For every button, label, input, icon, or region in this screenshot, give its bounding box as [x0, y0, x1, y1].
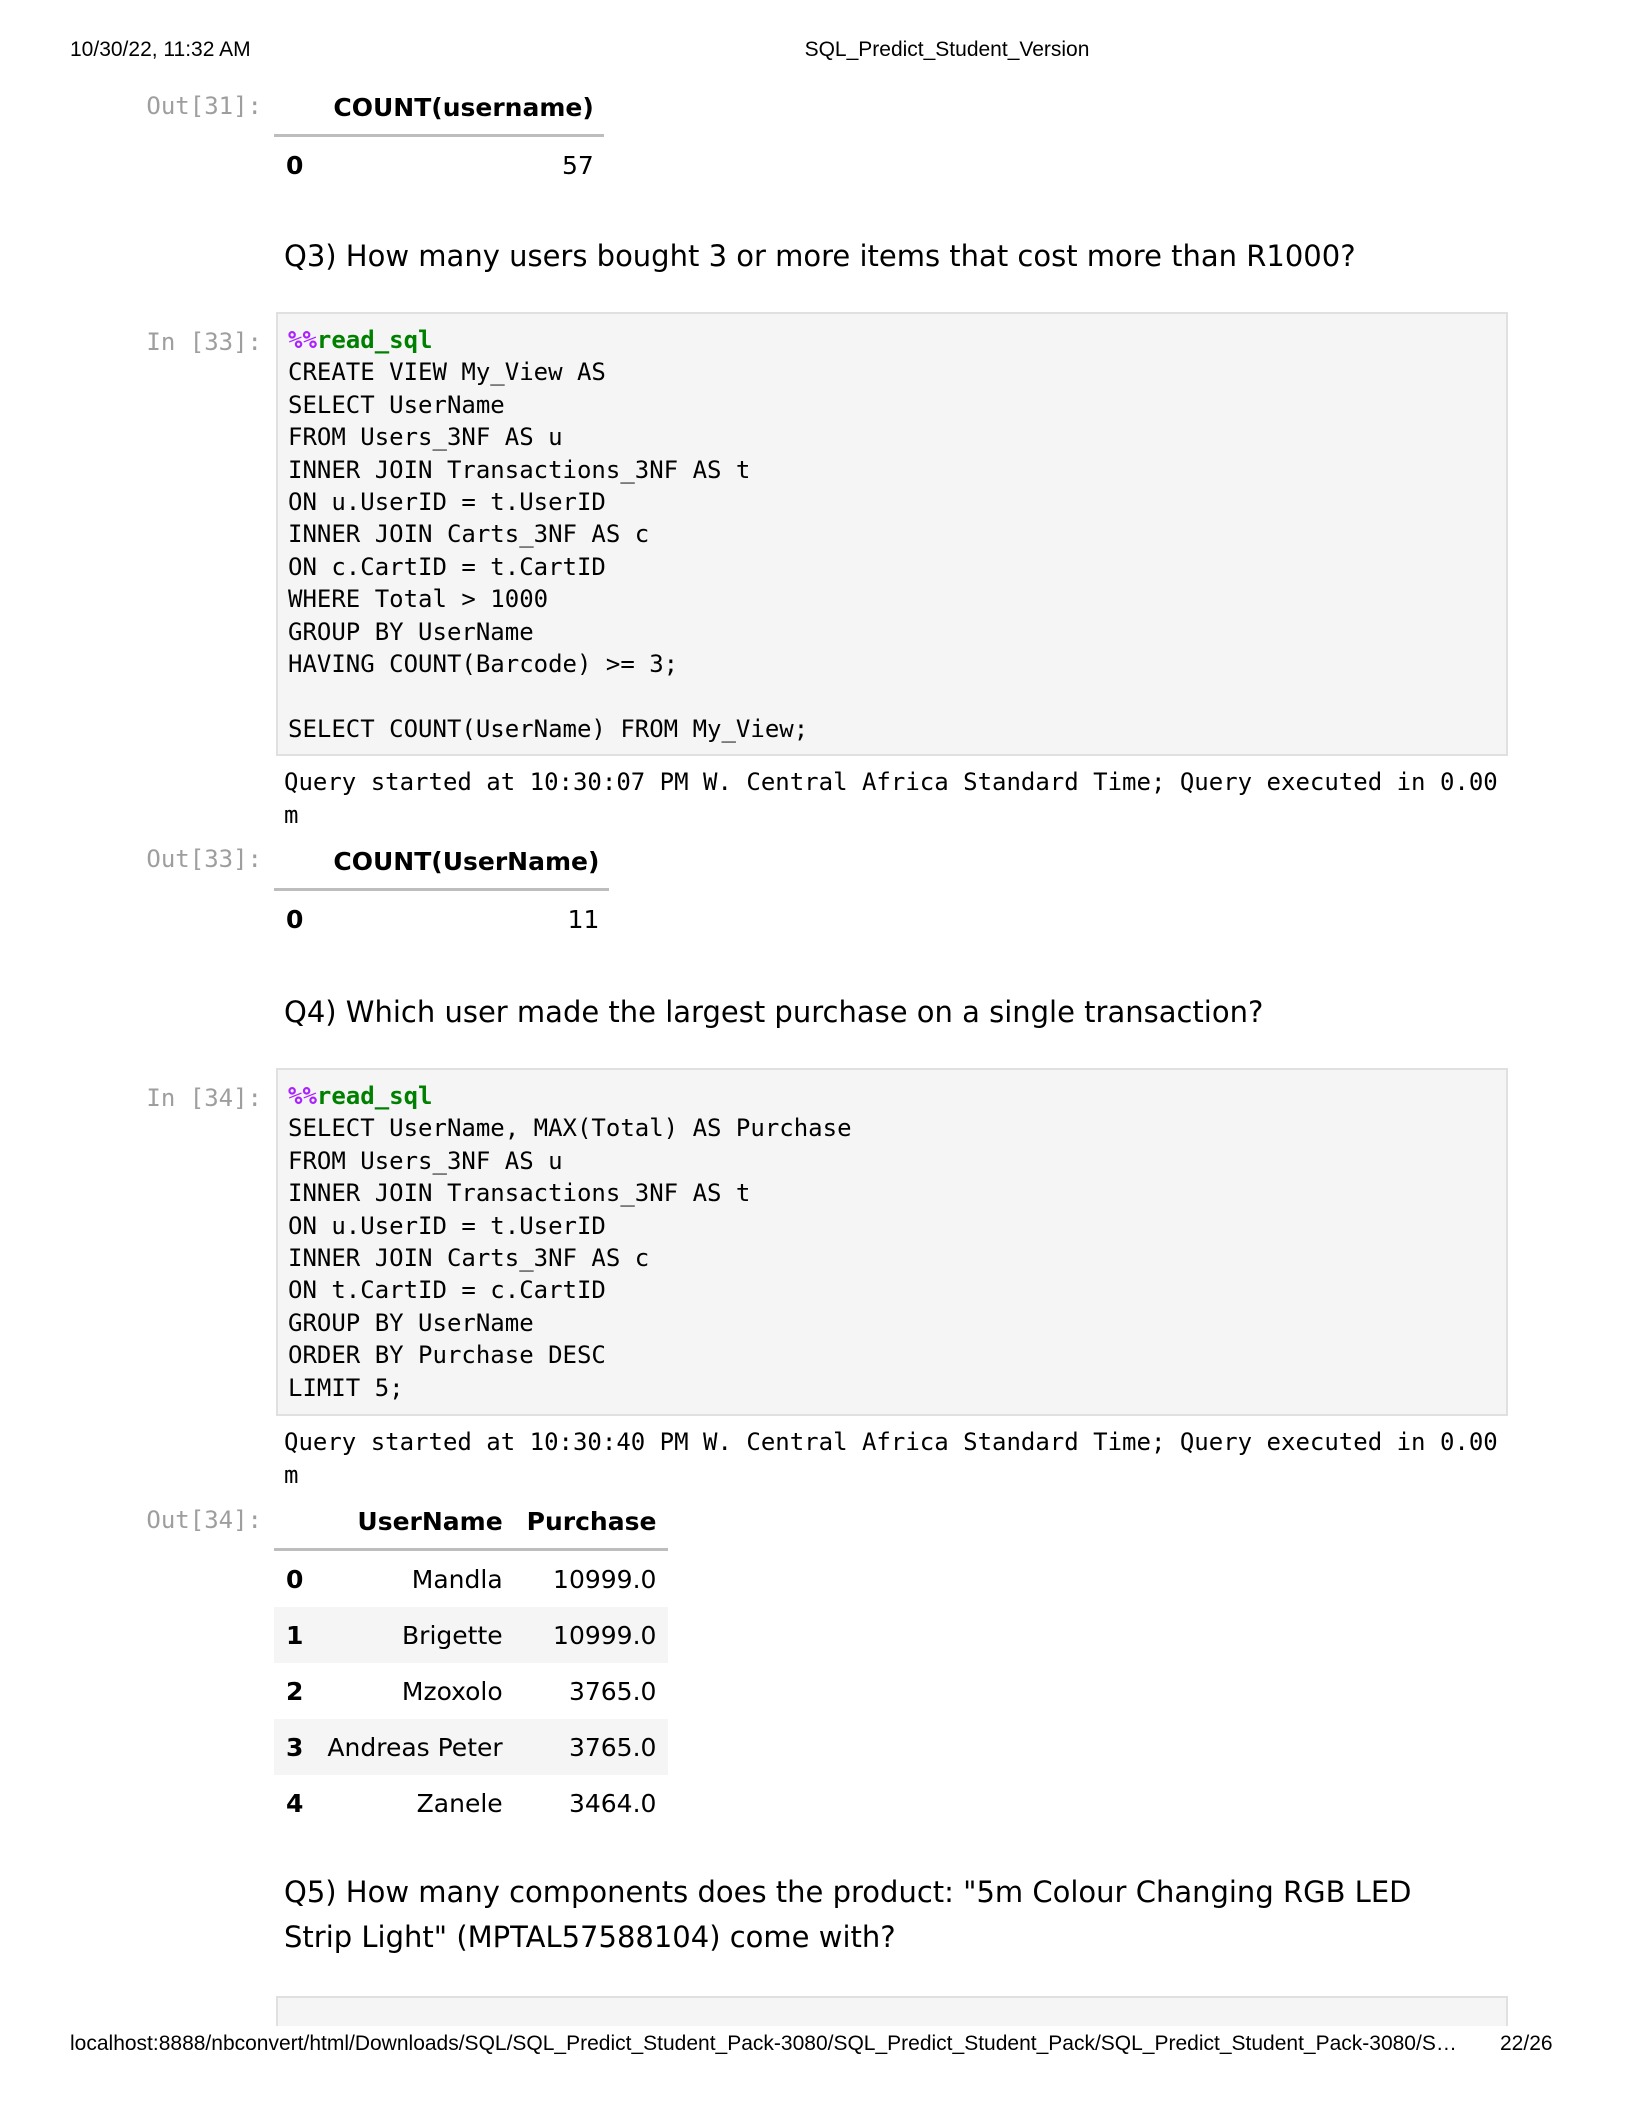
- magic-prefix: %%: [288, 326, 317, 354]
- table-row: 0 Mandla 10999.0: [274, 1550, 668, 1608]
- table-cell: Zanele: [416, 1788, 503, 1818]
- table-row: 3 Andreas Peter 3765.0: [274, 1719, 669, 1775]
- table-cell: 11: [567, 904, 600, 934]
- table-cell: 3765.0: [568, 1732, 657, 1762]
- code-cell-34[interactable]: %%read_sql SELECT UserName, MAX(Total) A…: [276, 1068, 1508, 1416]
- code-editor-34[interactable]: %%read_sql SELECT UserName, MAX(Total) A…: [278, 1070, 1506, 1414]
- stdout-34: Query started at 10:30:40 PM W. Central …: [284, 1428, 1513, 1489]
- column-header: UserName: [315, 1494, 515, 1551]
- table-cell: 3765.0: [568, 1676, 657, 1706]
- dataframe-out33: COUNT(UserName) 0 11: [274, 834, 610, 948]
- code-cell-33[interactable]: %%read_sql CREATE VIEW My_View AS SELECT…: [276, 312, 1508, 756]
- print-title-text: SQL_Predict_Student_Version: [804, 38, 1090, 61]
- row-index: 0: [286, 1564, 304, 1594]
- row-index: 2: [286, 1676, 304, 1706]
- table-row: 1 Brigette 10999.0: [274, 1607, 669, 1663]
- row-index: 4: [286, 1788, 304, 1818]
- table-cell: Mandla: [411, 1564, 503, 1594]
- markdown-q4: Q4) Which user made the largest purchase…: [284, 995, 1264, 1029]
- magic-prefix: %%: [288, 1082, 317, 1110]
- table-row: 0 57: [274, 136, 604, 194]
- input-prompt-34: In [34]:: [146, 1084, 262, 1112]
- index-header: [274, 80, 316, 137]
- table-header-row: COUNT(username): [274, 80, 604, 137]
- stdout-33: Query started at 10:30:07 PM W. Central …: [284, 768, 1513, 829]
- table-row: 2 Mzoxolo 3765.0: [274, 1663, 668, 1719]
- table-cell: 57: [561, 150, 594, 180]
- row-index: 3: [286, 1732, 304, 1762]
- column-header: Purchase: [514, 1494, 669, 1551]
- table-header-row: COUNT(UserName): [274, 834, 610, 891]
- table-cell: Andreas Peter: [327, 1732, 503, 1762]
- dataframe-out34: UserName Purchase 0 Mandla 10999.0 1 Bri…: [274, 1494, 669, 1831]
- code-cell-next[interactable]: [276, 1996, 1508, 2026]
- sql-code: CREATE VIEW My_View AS SELECT UserName F…: [288, 358, 809, 743]
- print-page-number: 22/26: [1500, 2032, 1553, 2055]
- column-header: COUNT(username): [315, 80, 604, 137]
- row-index: 0: [286, 150, 304, 180]
- input-prompt-33: In [33]:: [146, 328, 262, 356]
- table-row: 0 11: [274, 890, 609, 948]
- sql-code: SELECT UserName, MAX(Total) AS Purchase …: [288, 1114, 852, 1402]
- markdown-q3: Q3) How many users bought 3 or more item…: [284, 239, 1356, 273]
- magic-command: read_sql: [316, 1082, 433, 1110]
- output-prompt-31: Out[31]:: [146, 92, 262, 120]
- column-header: COUNT(UserName): [315, 834, 610, 891]
- dataframe-out31: COUNT(username) 0 57: [274, 80, 604, 193]
- table-header-row: UserName Purchase: [274, 1494, 669, 1551]
- print-title: SQL_Predict_Student_Version: [0, 38, 1632, 62]
- table-cell: Brigette: [402, 1620, 503, 1650]
- output-prompt-33: Out[33]:: [146, 845, 262, 873]
- table-cell: Mzoxolo: [401, 1676, 503, 1706]
- code-editor-33[interactable]: %%read_sql CREATE VIEW My_View AS SELECT…: [278, 314, 1506, 755]
- index-header: [274, 834, 316, 891]
- print-url: localhost:8888/nbconvert/html/Downloads/…: [70, 2032, 1457, 2055]
- table-cell: 10999.0: [553, 1620, 657, 1650]
- row-index: 0: [286, 904, 304, 934]
- row-index: 1: [286, 1620, 304, 1650]
- table-row: 4 Zanele 3464.0: [274, 1775, 668, 1831]
- magic-command: read_sql: [316, 326, 433, 354]
- table-cell: 10999.0: [553, 1564, 657, 1594]
- table-cell: 3464.0: [568, 1788, 657, 1818]
- index-header: [274, 1494, 316, 1551]
- output-prompt-34: Out[34]:: [146, 1506, 262, 1534]
- markdown-q5: Q5) How many components does the product…: [284, 1875, 1412, 1954]
